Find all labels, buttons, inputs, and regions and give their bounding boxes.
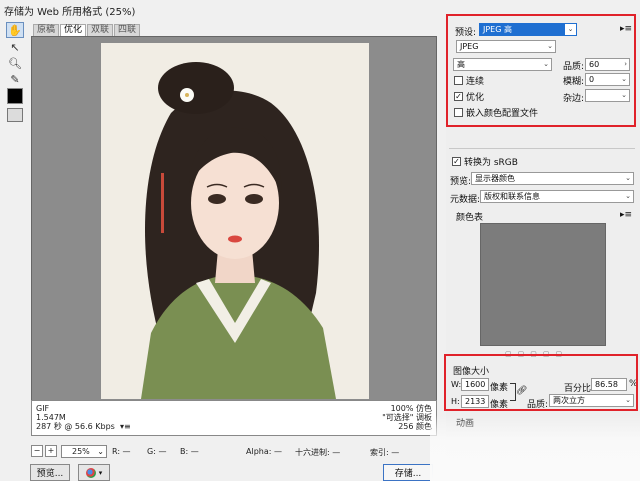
chevron-down-icon: ▾ (98, 468, 103, 477)
status-b: B: — (180, 447, 199, 456)
status-g: G: — (147, 447, 167, 456)
preview-label: 预览: (450, 177, 472, 187)
status-alpha: Alpha: — (246, 447, 282, 456)
preview-button[interactable]: 预览... (30, 464, 70, 481)
zoom-select[interactable]: 25% ⌄ (61, 445, 107, 458)
zoom-out-icon[interactable]: − (31, 445, 43, 457)
optimization-info: GIF 1.547M 287 秒 @ 56.6 Kbps ▾≡ 100% 仿色 … (31, 400, 437, 436)
browser-preview-button[interactable]: ▾ (78, 464, 110, 481)
convert-srgb-checkbox[interactable]: ✓ (452, 157, 461, 166)
eyedropper-tool-icon[interactable]: ✎ (6, 71, 24, 87)
info-colors: 256 颜色 (398, 422, 432, 431)
info-palette: "可选择" 调板 (382, 413, 432, 422)
preview-value: 显示器颜色 (475, 174, 515, 183)
watermark-overlay (430, 415, 640, 481)
slice-select-tool-icon[interactable]: ↖ (6, 39, 24, 55)
tab-optimized[interactable]: 优化 (60, 24, 87, 36)
convert-srgb-label: 转换为 sRGB (464, 158, 518, 168)
highlight-box-image-size (444, 354, 638, 411)
hand-tool-icon[interactable]: ✋ (6, 22, 24, 38)
chevron-down-icon: ⌄ (97, 447, 104, 456)
metadata-value: 版权和联系信息 (484, 192, 540, 201)
tab-2-up[interactable]: 双联 (87, 24, 114, 36)
tab-original[interactable]: 原稿 (33, 24, 60, 36)
view-tabs: 原稿 优化 双联 四联 (33, 24, 141, 36)
info-download-time: 287 秒 @ 56.6 Kbps (36, 422, 115, 431)
chevron-down-icon: ⌄ (625, 192, 631, 200)
divider (449, 148, 635, 149)
toggle-slices-icon[interactable] (7, 108, 23, 122)
tab-4-up[interactable]: 四联 (114, 24, 141, 36)
status-hex: 十六进制: — (295, 448, 341, 457)
chevron-down-icon: ⌄ (625, 174, 631, 182)
zoom-tool-icon[interactable]: 🔍︎ (6, 55, 24, 71)
browser-icon (85, 467, 96, 478)
preview-select[interactable]: 显示器颜色 ⌄ (471, 172, 634, 185)
color-table[interactable] (480, 223, 606, 346)
preview-image (101, 43, 369, 399)
color-table-menu-icon[interactable]: ▸≡ (620, 210, 632, 220)
toolbar: ✋ ↖ 🔍︎ ✎ (3, 22, 27, 122)
status-r: R: — (112, 447, 131, 456)
info-format: GIF (36, 404, 50, 413)
save-button[interactable]: 存储... (383, 464, 433, 481)
metadata-label: 元数据: (450, 195, 481, 205)
status-bar: − + 25% ⌄ R: — G: — B: — Alpha: — 十六进制: —… (31, 445, 441, 459)
window-title: 存储为 Web 所用格式 (25%) (4, 7, 136, 18)
zoom-value: 25% (72, 447, 90, 456)
info-dither: 100% 仿色 (390, 404, 432, 413)
color-table-label: 颜色表 (456, 213, 484, 223)
status-index: 索引: — (370, 448, 400, 457)
metadata-select[interactable]: 版权和联系信息 ⌄ (480, 190, 634, 203)
zoom-in-icon[interactable]: + (45, 445, 57, 457)
eyedropper-color-swatch[interactable] (7, 88, 23, 104)
info-filesize: 1.547M (36, 413, 66, 422)
download-rate-menu-icon[interactable]: ▾≡ (120, 422, 131, 431)
highlight-box-settings (446, 14, 636, 127)
